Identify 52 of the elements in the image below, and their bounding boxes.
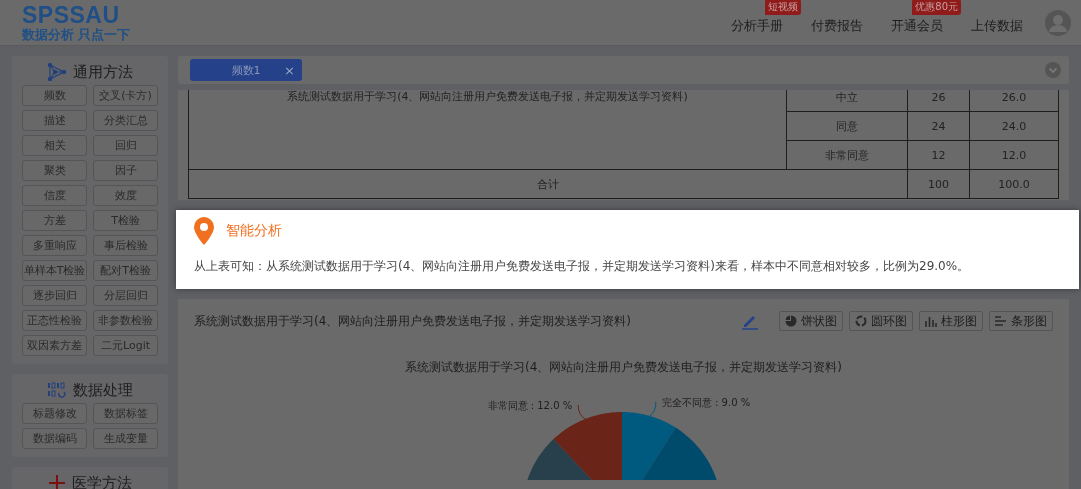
chart-card-title: 系统测试数据用于学习(4、网站向注册用户免费发送电子报，并定期发送学习资料) [194,312,632,330]
analysis-title: 智能分析 [226,222,282,240]
close-icon[interactable]: × [284,62,295,78]
method-button[interactable]: 因子 [93,160,158,181]
leader-line [649,401,657,417]
table-cell: 100.0 [969,169,1059,199]
chart-type-button[interactable]: 饼状图 [779,311,843,331]
slogan: 数据分析 只点一下 [22,28,131,42]
tab[interactable]: 频数1 × [190,59,302,81]
plus-icon [48,474,66,489]
table-cell: 26 [907,90,970,112]
chevron-down-icon[interactable] [1045,62,1061,78]
table-cell: 12.0 [969,140,1059,170]
table-cell: 同意 [786,111,908,141]
pie-chart-icon [785,315,797,327]
bar-chart-icon [925,315,937,327]
method-button[interactable]: 相关 [22,135,87,156]
table-cell: 12 [907,140,970,170]
avatar-icon[interactable] [1045,9,1071,36]
table-cell: 24.0 [969,111,1059,141]
binary-icon [47,381,67,399]
analysis-text: 从上表可知：从系统测试数据用于学习(4、网站向注册用户免费发送电子报，并定期发送学习资料)来看，样本中不同意相对较多，比例为29.0%。 [194,258,971,275]
leader-line [577,404,586,420]
chart-title: 系统测试数据用于学习(4、网站向注册用户免费发送电子报，并定期发送学习资料) [404,359,843,376]
method-button[interactable]: 信度 [22,185,87,206]
nav-link[interactable]: 付费报告 [811,18,863,34]
ring-chart-icon [855,315,867,327]
logo[interactable]: SPSSAU [22,3,131,27]
nav-link[interactable]: 分析手册 [731,18,783,34]
chart-type-button[interactable]: 柱形图 [919,311,983,331]
nav-badge: 优惠80元 [912,0,961,15]
section-title: 医学方法 [72,473,132,489]
table-cell: 100 [907,169,970,199]
table-cell: 中立 [786,90,908,112]
location-pin-icon [194,217,214,245]
method-button[interactable]: 频数 [22,85,87,106]
nav-link[interactable]: 上传数据 [971,18,1023,34]
network-icon [47,63,67,81]
section-title: 数据处理 [73,380,133,400]
slice-label: 完全不同意 : 9.0 % [661,396,751,408]
chart-type-button[interactable]: 圆环图 [849,311,913,331]
nav-badge: 短视频 [765,0,801,15]
table-cell: 26.0 [969,90,1059,112]
table-cell: 合计 [188,169,908,199]
chart-type-button[interactable]: 条形图 [989,311,1053,331]
slice-label: 非常同意 : 12.0 % [487,400,573,411]
horizontal-bar-icon [995,315,1007,327]
method-button[interactable]: 效度 [93,185,158,206]
nav-link[interactable]: 开通会员 [891,18,943,34]
section-title: 通用方法 [73,62,133,82]
table-cell: 系统测试数据用于学习(4、网站向注册用户免费发送电子报，并定期发送学习资料) [188,90,787,170]
table-cell: 24 [907,111,970,141]
